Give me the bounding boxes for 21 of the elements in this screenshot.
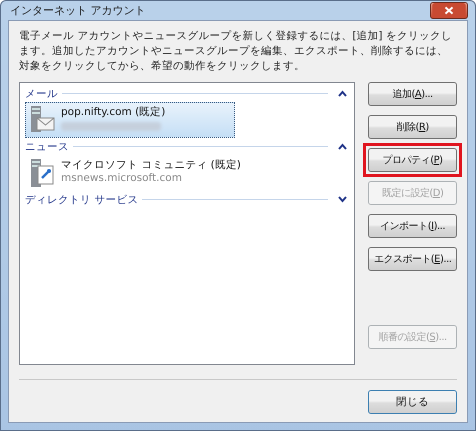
news-server-icon bbox=[29, 158, 55, 188]
instruction-text: 電子メール アカウントやニュースグループを新しく登録するには、[追加] をクリックします。追加したアカウントやニュースグループを編集、エクスポート、削除するには、対象をクリックしてから、希望の動作をクリックします。 bbox=[19, 29, 453, 74]
action-button[interactable]: 削除(R) bbox=[368, 115, 457, 139]
account-item[interactable]: pop.nifty.com (既定) bbox=[25, 102, 235, 138]
mail-server-icon bbox=[29, 105, 55, 135]
server-address: msnews.microsoft.com bbox=[61, 172, 183, 184]
close-icon[interactable] bbox=[430, 2, 468, 19]
group-header[interactable]: メール bbox=[25, 86, 58, 100]
group-header[interactable]: ディレクトリ サービス bbox=[25, 192, 138, 206]
chevron-icon[interactable] bbox=[338, 90, 348, 97]
chevron-icon[interactable] bbox=[338, 143, 348, 150]
account-name: pop.nifty.com (既定) bbox=[61, 105, 166, 119]
action-button[interactable]: 追加(A)... bbox=[368, 82, 457, 106]
account-name: マイクロソフト コミュニティ (既定) bbox=[61, 158, 241, 172]
action-button[interactable]: インポート(I)... bbox=[368, 214, 457, 238]
chevron-icon[interactable] bbox=[338, 196, 348, 203]
action-button[interactable]: プロパティ(P) bbox=[368, 148, 457, 172]
window-title: インターネット アカウント bbox=[9, 3, 146, 18]
close-button[interactable]: 閉じる bbox=[368, 390, 457, 414]
group-header[interactable]: ニュース bbox=[25, 140, 69, 154]
action-button[interactable]: エクスポート(E)... bbox=[368, 247, 457, 271]
